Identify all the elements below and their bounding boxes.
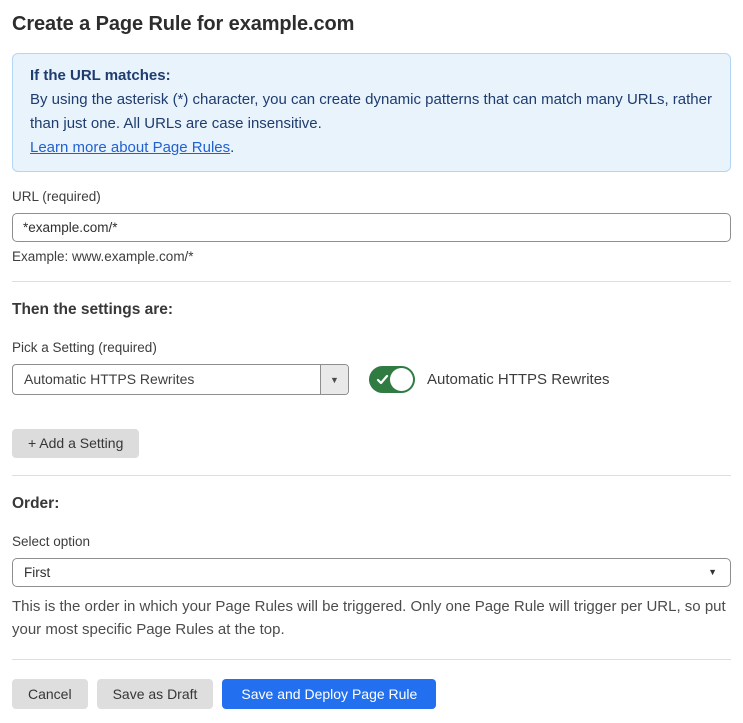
save-and-deploy-button[interactable]: Save and Deploy Page Rule <box>222 679 437 709</box>
cancel-button[interactable]: Cancel <box>12 679 88 709</box>
create-page-rule-form: Create a Page Rule for example.com If th… <box>0 0 743 723</box>
url-input[interactable] <box>12 213 731 242</box>
url-field-label: URL (required) <box>12 189 101 204</box>
toggle-knob <box>390 368 413 391</box>
add-setting-button[interactable]: + Add a Setting <box>12 429 140 458</box>
setting-toggle-group: Automatic HTTPS Rewrites <box>369 366 610 393</box>
divider <box>12 659 731 660</box>
link-suffix-period: . <box>230 139 235 156</box>
save-as-draft-button[interactable]: Save as Draft <box>96 679 214 709</box>
info-box-body: By using the asterisk (*) character, you… <box>30 91 712 132</box>
url-example-hint: Example: www.example.com/* <box>12 249 194 264</box>
setting-picker-row: Automatic HTTPS Rewrites ▼ Automatic HTT… <box>12 364 731 395</box>
caret-down-icon: ▼ <box>708 567 717 577</box>
toggle-label: Automatic HTTPS Rewrites <box>427 371 610 388</box>
page-title: Create a Page Rule for example.com <box>12 13 355 35</box>
order-select-value: First <box>24 565 51 580</box>
check-icon <box>376 374 389 385</box>
caret-down-icon: ▼ <box>330 374 339 385</box>
order-help-text: This is the order in which your Page Rul… <box>12 598 726 638</box>
setting-dropdown[interactable]: Automatic HTTPS Rewrites ▼ <box>12 364 349 395</box>
order-section-heading: Order: <box>12 495 60 512</box>
settings-section-heading: Then the settings are: <box>12 301 174 318</box>
footer-actions: Cancel Save as Draft Save and Deploy Pag… <box>12 679 731 709</box>
divider <box>12 281 731 282</box>
automatic-https-rewrites-toggle[interactable] <box>369 366 415 393</box>
info-box-link-line: Learn more about Page Rules. <box>30 136 713 160</box>
pick-setting-label: Pick a Setting (required) <box>12 340 157 355</box>
order-select-label: Select option <box>12 534 91 549</box>
setting-dropdown-value: Automatic HTTPS Rewrites <box>24 371 195 387</box>
divider <box>12 475 731 476</box>
order-select[interactable]: First ▼ <box>12 558 731 587</box>
url-matches-info-box: If the URL matches: By using the asteris… <box>12 53 731 172</box>
setting-dropdown-caret-button[interactable]: ▼ <box>320 365 348 394</box>
info-box-heading: If the URL matches: <box>30 67 171 84</box>
learn-more-page-rules-link[interactable]: Learn more about Page Rules <box>30 139 230 156</box>
